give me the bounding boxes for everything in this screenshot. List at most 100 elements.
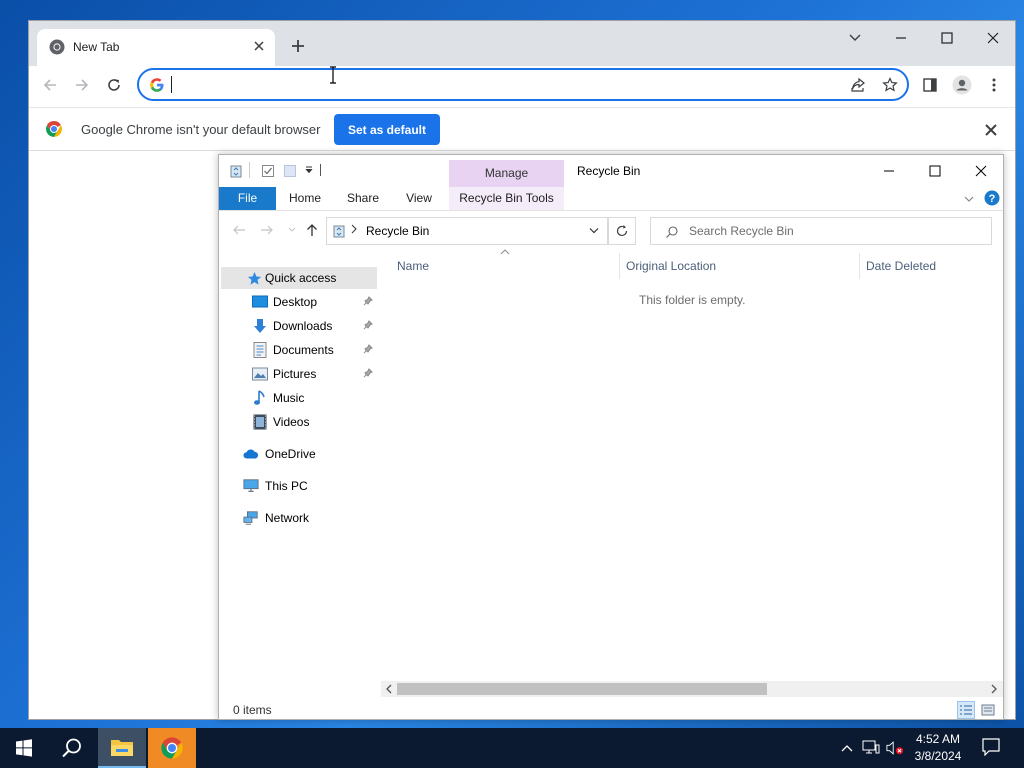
tab-title: New Tab [73,40,120,54]
network-icon [243,510,259,526]
search-input[interactable] [689,222,979,240]
nav-item-desktop[interactable]: Desktop [221,291,377,313]
explorer-maximize-icon[interactable] [923,161,947,181]
nav-label: This PC [265,479,308,493]
tab-close-icon[interactable] [251,38,267,54]
nav-item-this-pc[interactable]: This PC [221,475,377,497]
scrollbar-thumb[interactable] [397,683,767,695]
ribbon-tab-share[interactable]: Share [337,187,389,210]
infobar-message: Google Chrome isn't your default browser [81,122,321,137]
clock-date: 3/8/2024 [914,749,962,763]
breadcrumb-separator-icon[interactable] [351,224,357,234]
bookmark-star-icon[interactable] [881,76,899,94]
properties-check-icon[interactable] [261,164,275,178]
explorer-back-icon[interactable] [231,222,247,238]
pin-icon[interactable] [363,296,373,306]
network-tray-icon[interactable] [862,740,880,756]
scroll-right-arrow-icon[interactable] [989,684,999,694]
column-divider[interactable] [859,253,860,279]
nav-item-network[interactable]: Network [221,507,377,529]
address-row: Recycle Bin [219,212,1003,250]
chrome-logo-icon [49,39,65,55]
address-bar[interactable]: Recycle Bin [326,217,608,245]
large-icons-view-icon[interactable] [979,701,997,719]
pin-icon[interactable] [363,368,373,378]
nav-item-videos[interactable]: Videos [221,411,377,433]
chrome-taskbar-icon[interactable] [148,728,196,768]
details-view-icon[interactable] [957,701,975,719]
videos-film-icon [252,414,268,430]
kebab-menu-icon[interactable] [983,74,1005,96]
start-windows-icon[interactable] [0,728,48,768]
breadcrumb-recycle-bin-icon [332,224,346,238]
column-divider[interactable] [619,253,620,279]
ribbon-tab-file[interactable]: File [219,187,276,210]
svg-text:?: ? [989,193,996,205]
explorer-minimize-icon[interactable] [877,161,901,181]
explorer-forward-icon[interactable] [259,222,275,238]
explorer-titlebar: Manage Recycle Bin [219,155,1003,187]
new-tab-plus-icon[interactable] [289,37,307,55]
up-arrow-icon[interactable] [304,222,320,238]
ribbon-tab-home[interactable]: Home [279,187,331,210]
show-hidden-icons-chevron-icon[interactable] [838,740,856,756]
explorer-close-icon[interactable] [969,161,993,181]
nav-item-quick-access[interactable]: Quick access [221,267,377,289]
ribbon-expand-chevron-icon[interactable] [964,195,974,203]
manage-contextual-tab[interactable]: Manage [449,160,564,187]
help-icon[interactable]: ? [984,190,1000,206]
scroll-left-arrow-icon[interactable] [384,684,394,694]
close-window-icon[interactable] [982,27,1004,49]
action-center-notifications-icon[interactable] [982,738,1000,756]
nav-label: Videos [273,415,310,429]
nav-item-onedrive[interactable]: OneDrive [221,443,377,465]
nav-item-music[interactable]: Music [221,387,377,409]
nav-label: Quick access [265,271,337,285]
search-box[interactable] [650,217,992,245]
nav-label: Documents [273,343,334,357]
horizontal-scrollbar[interactable] [381,681,1003,697]
recent-locations-chevron-icon[interactable] [284,222,300,238]
set-as-default-button[interactable]: Set as default [334,114,440,145]
navigation-pane: Quick access Desktop Downloads Documents… [219,265,377,685]
volume-muted-icon[interactable] [886,740,904,756]
column-header-original-location[interactable]: Original Location [626,259,716,281]
search-magnifier-icon[interactable] [48,728,96,768]
address-dropdown-icon[interactable] [589,227,599,235]
reload-icon[interactable] [103,74,125,96]
breadcrumb-recycle-bin[interactable]: Recycle Bin [366,224,429,238]
share-icon[interactable] [849,76,867,94]
qat-dropdown-icon[interactable] [305,166,313,174]
sort-ascending-icon [500,249,510,255]
nav-label: OneDrive [265,447,316,461]
pin-icon[interactable] [363,344,373,354]
refresh-icon[interactable] [608,217,636,245]
file-explorer-taskbar-icon[interactable] [98,728,146,768]
tab-search-chevron-icon[interactable] [844,27,866,49]
side-panel-icon[interactable] [919,74,941,96]
column-header-name[interactable]: Name [397,259,429,281]
omnibox[interactable] [137,68,909,101]
profile-avatar-icon[interactable] [951,74,973,96]
column-header-date-deleted[interactable]: Date Deleted [866,259,936,281]
forward-arrow-icon[interactable] [71,74,93,96]
quick-access-star-icon [246,270,262,286]
maximize-icon[interactable] [936,27,958,49]
ribbon-tab-view[interactable]: View [395,187,443,210]
infobar-close-icon[interactable] [983,122,999,138]
ribbon-tab-recycle-bin-tools[interactable]: Recycle Bin Tools [449,187,564,210]
nav-label: Desktop [273,295,318,309]
music-note-icon [252,390,268,406]
nav-label: Network [265,511,310,525]
taskbar-clock[interactable]: 4:52 AM 3/8/2024 [908,731,968,765]
pin-icon[interactable] [363,320,373,330]
minimize-icon[interactable] [890,27,912,49]
chrome-tab-new-tab[interactable]: New Tab [37,29,275,66]
back-arrow-icon[interactable] [39,74,61,96]
nav-item-documents[interactable]: Documents [221,339,377,361]
nav-item-downloads[interactable]: Downloads [221,315,377,337]
new-folder-icon[interactable] [283,164,297,178]
omnibox-input[interactable] [173,74,813,96]
nav-item-pictures[interactable]: Pictures [221,363,377,385]
recycle-bin-small-icon [229,164,243,178]
